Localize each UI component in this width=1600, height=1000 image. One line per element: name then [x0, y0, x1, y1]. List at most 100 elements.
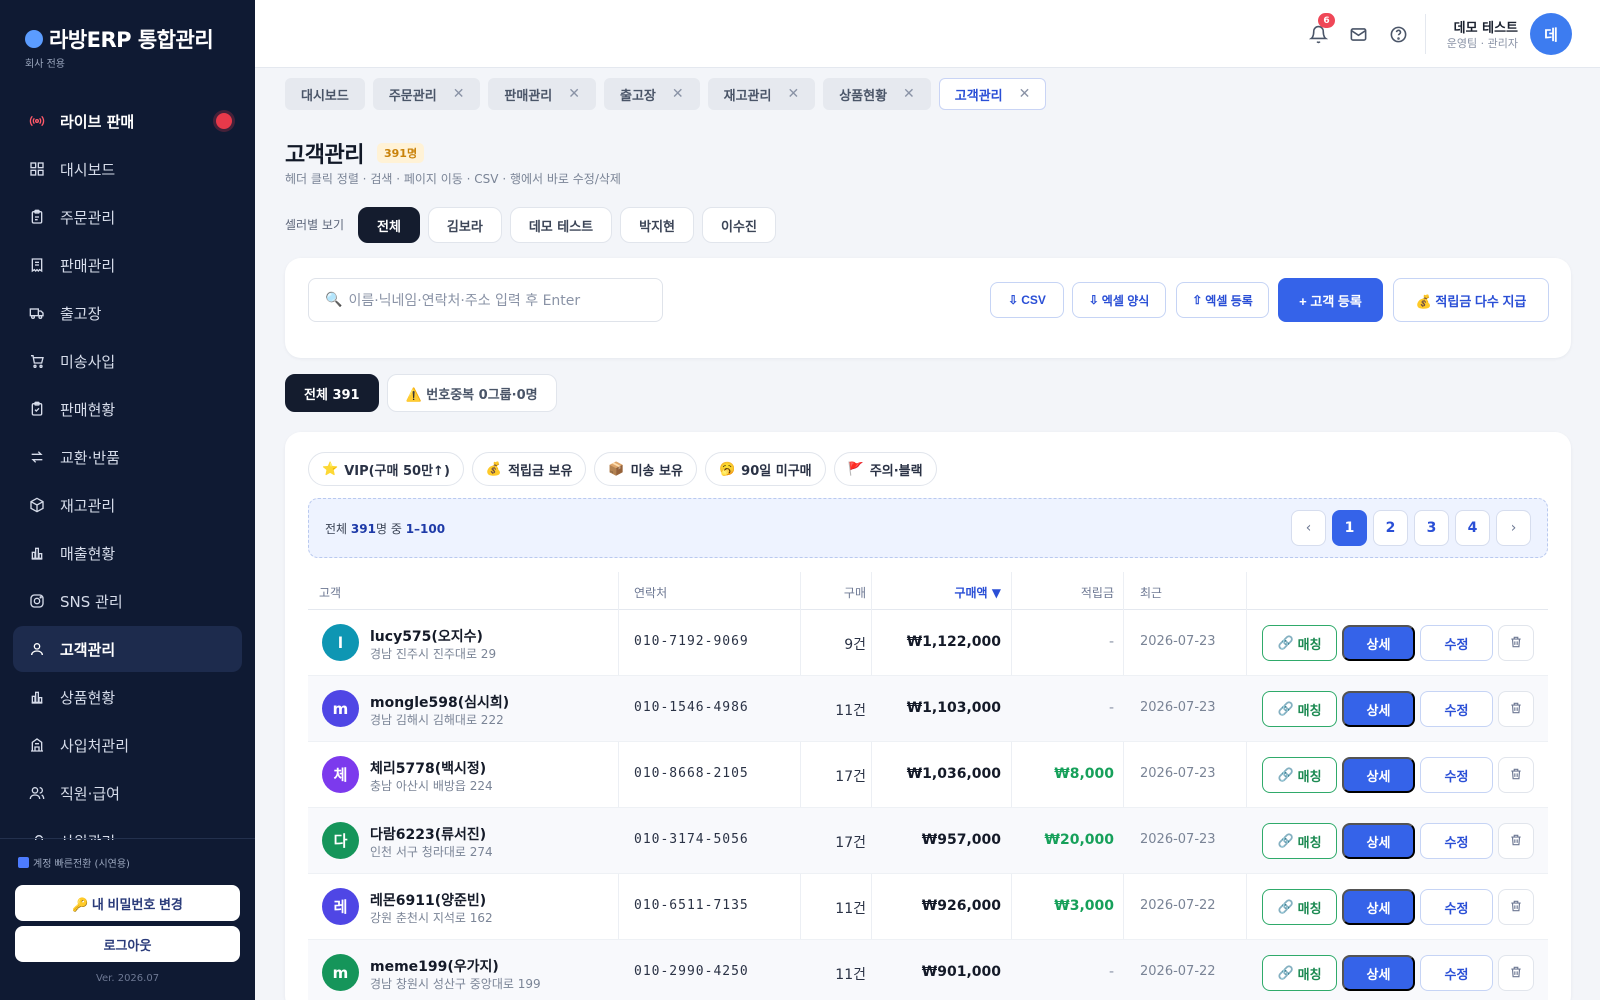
- customer-name[interactable]: 레몬6911(양준빈): [370, 890, 486, 910]
- next-page-button[interactable]: ›: [1496, 510, 1531, 546]
- table-row[interactable]: m meme199(우가지) 경남 창원시 성산구 중앙대로 199 010-2990…: [308, 940, 1548, 1000]
- seller-option[interactable]: 박지현: [620, 207, 695, 243]
- csv-download-button[interactable]: ⇩ CSV: [990, 282, 1064, 318]
- search-input[interactable]: 🔍 이름·닉네임·연락처·주소 입력 후 Enter: [308, 278, 663, 322]
- page-button[interactable]: 3: [1414, 510, 1449, 546]
- table-row[interactable]: l lucy575(오지수) 경남 진주시 진주대로 29 010-7192-9069…: [308, 610, 1548, 676]
- close-icon[interactable]: ✕: [903, 86, 915, 102]
- change-password-button[interactable]: 🔑 내 비밀번호 변경: [15, 885, 240, 921]
- quick-filter-chip[interactable]: 💰 적립금 보유: [471, 452, 587, 486]
- edit-button[interactable]: 수정: [1420, 625, 1493, 661]
- customer-name[interactable]: 다람6223(류서진): [370, 824, 486, 844]
- detail-button[interactable]: 상세: [1342, 691, 1415, 727]
- close-icon[interactable]: ✕: [672, 86, 684, 102]
- match-button[interactable]: 🔗 매칭: [1262, 823, 1337, 859]
- col-customer[interactable]: 고객: [319, 584, 341, 601]
- excel-form-button[interactable]: ⇩ 엑셀 양식: [1072, 282, 1166, 318]
- customer-name[interactable]: mongle598(심시희): [370, 692, 509, 712]
- tab-duplicate-numbers[interactable]: ⚠️ 번호중복 0그룹·0명: [386, 374, 557, 412]
- sidebar-item-misong[interactable]: 미송사입: [13, 338, 242, 384]
- sidebar-item-products[interactable]: 상품현황: [13, 674, 242, 720]
- detail-button[interactable]: 상세: [1342, 823, 1415, 859]
- customer-name[interactable]: meme199(우가지): [370, 956, 499, 976]
- tab-6[interactable]: 고객관리 ✕: [938, 78, 1047, 110]
- delete-button[interactable]: [1498, 823, 1534, 859]
- match-button[interactable]: 🔗 매칭: [1262, 757, 1337, 793]
- seller-option[interactable]: 김보라: [427, 207, 502, 243]
- user-avatar[interactable]: 데: [1530, 13, 1572, 55]
- close-icon[interactable]: ✕: [453, 86, 465, 102]
- page-button[interactable]: 1: [1332, 510, 1367, 546]
- page-button[interactable]: 4: [1455, 510, 1490, 546]
- tab-2[interactable]: 판매관리 ✕: [488, 78, 596, 110]
- sidebar-item-sales[interactable]: 판매관리: [13, 242, 242, 288]
- close-icon[interactable]: ✕: [568, 86, 580, 102]
- delete-button[interactable]: [1498, 625, 1534, 661]
- col-amount-sorted[interactable]: 구매액 ▼: [954, 584, 1001, 601]
- edit-button[interactable]: 수정: [1420, 955, 1493, 991]
- tab-0[interactable]: 대시보드: [285, 78, 365, 110]
- tab-5[interactable]: 상품현황 ✕: [823, 78, 931, 110]
- sidebar-item-inventory[interactable]: 재고관리: [13, 482, 242, 528]
- sidebar-item-orders[interactable]: 주문관리: [13, 194, 242, 240]
- detail-button[interactable]: 상세: [1342, 625, 1415, 661]
- sidebar-item-staff[interactable]: 직원·급여: [13, 770, 242, 816]
- col-recent[interactable]: 최근: [1140, 584, 1162, 601]
- match-button[interactable]: 🔗 매칭: [1262, 691, 1337, 727]
- quick-filter-chip[interactable]: 🥱 90일 미구매: [704, 452, 826, 486]
- edit-button[interactable]: 수정: [1420, 889, 1493, 925]
- bulk-points-button[interactable]: 💰 적립금 다수 지급: [1393, 278, 1549, 322]
- quick-filter-chip[interactable]: 🚩 주의·블랙: [833, 452, 937, 486]
- sidebar-item-customers[interactable]: 고객관리: [13, 626, 242, 672]
- customer-name[interactable]: 체리5778(백시정): [370, 758, 486, 778]
- customer-name[interactable]: lucy575(오지수): [370, 626, 483, 646]
- sidebar-item-employees[interactable]: 사원관리: [13, 818, 242, 840]
- edit-button[interactable]: 수정: [1420, 823, 1493, 859]
- sidebar-item-dashboard[interactable]: 대시보드: [13, 146, 242, 192]
- excel-upload-button[interactable]: ⇧ 엑셀 등록: [1176, 282, 1269, 318]
- tab-all-customers[interactable]: 전체 391: [285, 374, 379, 412]
- tab-1[interactable]: 주문관리 ✕: [372, 78, 481, 110]
- col-points[interactable]: 적립금: [1081, 584, 1114, 601]
- sidebar-item-sns[interactable]: SNS 관리: [13, 578, 242, 624]
- detail-button[interactable]: 상세: [1342, 955, 1415, 991]
- sidebar-item-suppliers[interactable]: 사입처관리: [13, 722, 242, 768]
- sidebar-item-exchange[interactable]: 교환·반품: [13, 434, 242, 480]
- close-icon[interactable]: ✕: [1019, 86, 1031, 102]
- prev-page-button[interactable]: ‹: [1291, 510, 1326, 546]
- seller-option[interactable]: 전체: [358, 207, 420, 243]
- delete-button[interactable]: [1498, 757, 1534, 793]
- detail-button[interactable]: 상세: [1342, 889, 1415, 925]
- col-phone[interactable]: 연락처: [634, 584, 667, 601]
- edit-button[interactable]: 수정: [1420, 757, 1493, 793]
- table-row[interactable]: m mongle598(심시희) 경남 김해시 김해대로 222 010-1546-4…: [308, 676, 1548, 742]
- delete-button[interactable]: [1498, 691, 1534, 727]
- delete-button[interactable]: [1498, 889, 1534, 925]
- table-row[interactable]: 다 다람6223(류서진) 인천 서구 청라대로 274 010-3174-5056 1…: [308, 808, 1548, 874]
- seller-option[interactable]: 데모 테스트: [509, 207, 613, 243]
- detail-button[interactable]: 상세: [1342, 757, 1415, 793]
- mail-icon[interactable]: [1346, 22, 1370, 46]
- brand[interactable]: 라방ERP 통합관리: [25, 24, 214, 54]
- edit-button[interactable]: 수정: [1420, 691, 1493, 727]
- table-row[interactable]: 레 레몬6911(양준빈) 강원 춘천시 지석로 162 010-6511-7135 1…: [308, 874, 1548, 940]
- sidebar-item-sales-status[interactable]: 판매현황: [13, 386, 242, 432]
- delete-button[interactable]: [1498, 955, 1534, 991]
- quick-filter-chip[interactable]: ⭐ VIP(구매 50만↑): [308, 452, 464, 486]
- sidebar-item-live[interactable]: 라이브 판매: [13, 98, 242, 144]
- logout-button[interactable]: 로그아웃: [15, 926, 240, 962]
- tab-4[interactable]: 재고관리 ✕: [707, 78, 816, 110]
- add-customer-button[interactable]: + 고객 등록: [1278, 278, 1383, 322]
- quick-filter-chip[interactable]: 📦 미송 보유: [594, 452, 697, 486]
- match-button[interactable]: 🔗 매칭: [1262, 955, 1337, 991]
- match-button[interactable]: 🔗 매칭: [1262, 889, 1337, 925]
- table-row[interactable]: 체 체리5778(백시정) 충남 아산시 배방읍 224 010-8668-2105 1…: [308, 742, 1548, 808]
- match-button[interactable]: 🔗 매칭: [1262, 625, 1337, 661]
- tab-3[interactable]: 출고장 ✕: [604, 78, 700, 110]
- col-count[interactable]: 구매: [844, 584, 866, 601]
- seller-option[interactable]: 이수진: [702, 207, 776, 243]
- close-icon[interactable]: ✕: [787, 86, 799, 102]
- help-icon[interactable]: [1386, 22, 1410, 46]
- sidebar-item-revenue[interactable]: 매출현황: [13, 530, 242, 576]
- page-button[interactable]: 2: [1373, 510, 1408, 546]
